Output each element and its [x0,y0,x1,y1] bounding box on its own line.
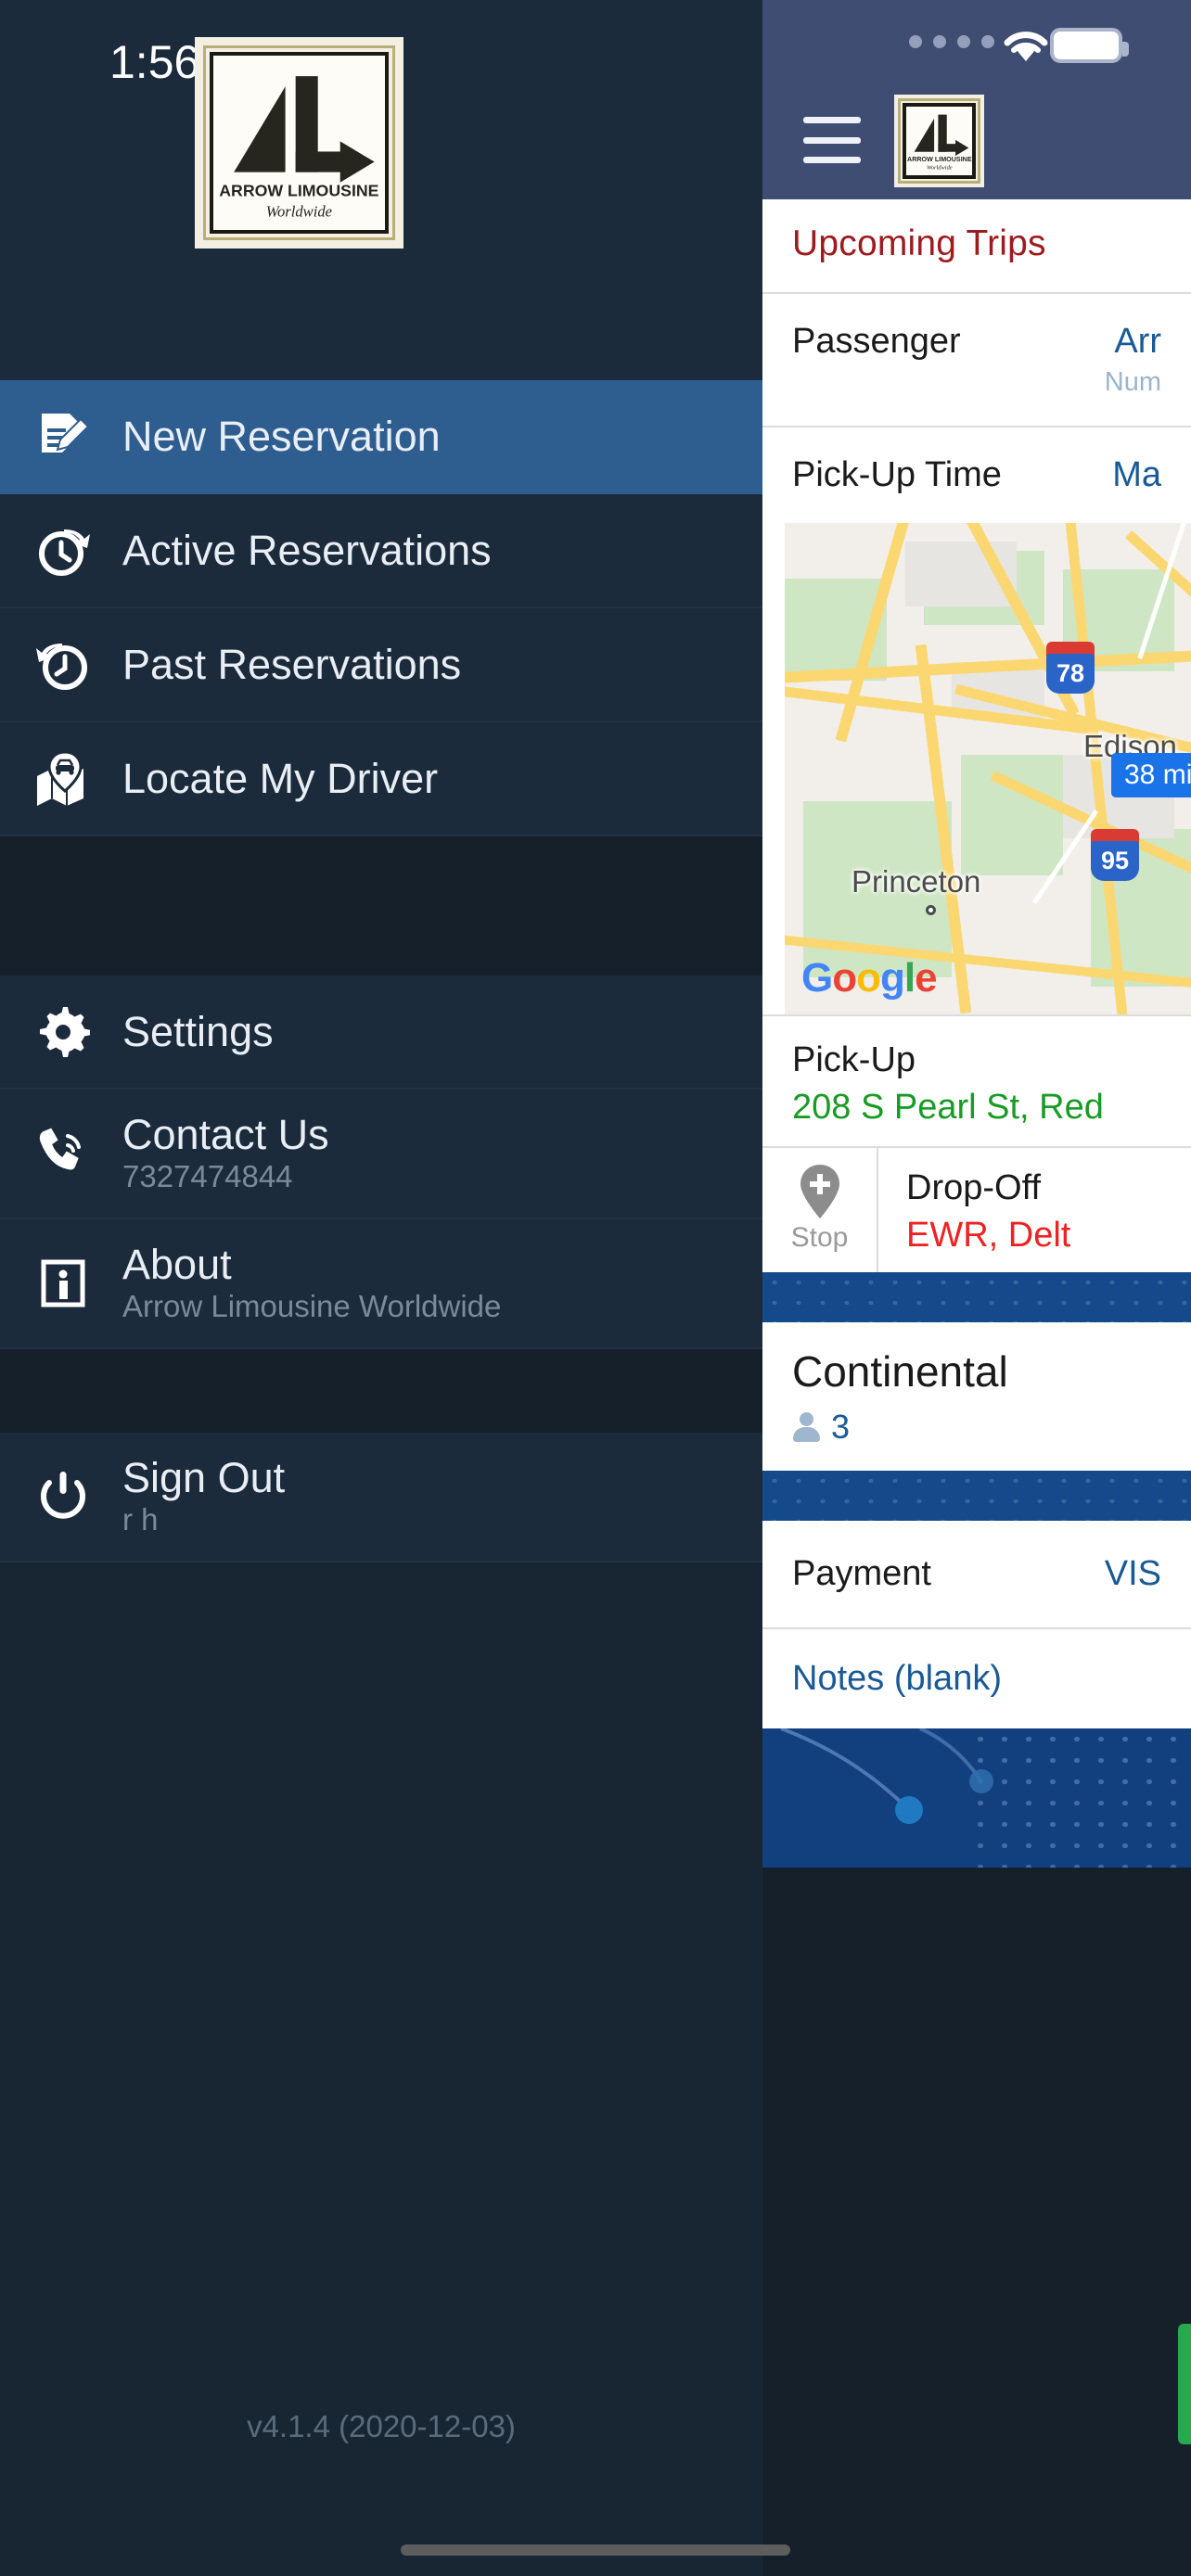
vehicle-name: Continental [792,1347,1008,1396]
vehicle-block[interactable]: Continental 3 [762,1322,1191,1471]
eta-badge: 38 min [1111,753,1191,797]
pickup-time-value: Ma [1112,455,1161,494]
passenger-count-group: 3 [792,1408,1161,1447]
hamburger-menu-icon[interactable] [803,117,861,163]
cellular-dots-icon [909,35,994,48]
sidebar-item-settings[interactable]: Settings [0,976,762,1090]
sidebar-item-sublabel: Arrow Limousine Worldwide [122,1288,502,1323]
dropoff-block[interactable]: Drop-Off EWR, Delt [878,1148,1191,1272]
sidebar-item-locate-my-driver[interactable]: Locate My Driver [0,722,762,836]
passenger-count: 3 [831,1408,851,1446]
payment-row[interactable]: Payment VIS [762,1521,1191,1627]
sidebar-item-about[interactable]: About Arrow Limousine Worldwide [0,1219,762,1349]
trip-details-panel: ARROW LIMOUSINE Worldwide Upcoming Trips… [762,0,1191,2576]
app-screen: ARROW LIMOUSINE Worldwide Upcoming Trips… [0,0,1191,2576]
dropoff-label: Drop-Off [906,1168,1042,1207]
sidebar-item-label: Sign Out [122,1454,286,1502]
trip-sheet: Upcoming Trips Passenger Arr Num Pick-Up… [762,199,1191,1728]
status-bar-time: 1:56 [109,36,200,88]
payment-label: Payment [792,1554,931,1593]
app-version: v4.1.4 (2020-12-03) [247,2409,516,2443]
sidebar-item-label: New Reservation [122,412,441,460]
sidebar-item-sublabel: r h [122,1501,159,1537]
clock-back-icon [28,638,98,692]
action-button-edge[interactable] [1178,2324,1191,2444]
pickup-label: Pick-Up [792,1040,916,1079]
drawer-logo: ARROW LIMOUSINE Worldwide [195,37,403,249]
sidebar-item-label: Contact Us [122,1111,329,1159]
battery-full-icon [1050,28,1129,63]
svg-text:ARROW LIMOUSINE: ARROW LIMOUSINE [907,155,972,162]
sidebar-item-sublabel: 7327474844 [122,1158,293,1193]
notes-row[interactable]: Notes (blank) [762,1627,1191,1728]
section-title: Upcoming Trips [792,223,1046,263]
menu-group-divider [0,1349,762,1433]
pickup-time-row[interactable]: Pick-Up Time Ma [762,426,1191,523]
sidebar-item-sign-out[interactable]: Sign Out r h [0,1433,762,1562]
wifi-icon [1004,32,1048,61]
side-drawer: 1:56 ARROW LIMOUSINE Worldwide New Reser… [0,0,762,2576]
sidebar-item-label: About [122,1241,232,1289]
highway-shield-78: 78 [1046,642,1095,694]
pickup-address: 208 S Pearl St, Red [792,1088,1104,1127]
google-map[interactable]: 78 95 Edison Princeton 38 min Google [785,523,1191,1014]
google-attribution: Google [801,955,938,1001]
passenger-label: Passenger [792,322,961,361]
sidebar-item-label: Settings [122,1007,274,1055]
sidebar-item-active-reservations[interactable]: Active Reservations [0,494,762,608]
add-stop-button[interactable]: Stop [762,1148,878,1272]
sidebar-item-label: Past Reservations [122,640,462,688]
app-navbar: ARROW LIMOUSINE Worldwide [762,83,1191,199]
highway-shield-95: 95 [1091,829,1139,881]
home-indicator [401,2544,790,2556]
info-icon [28,1256,98,1310]
passenger-value: Arr [1114,322,1161,361]
power-icon [28,1470,98,1524]
pickup-block[interactable]: Pick-Up 208 S Pearl St, Red [762,1014,1191,1146]
person-icon [792,1412,820,1442]
highway-number: 78 [1046,654,1095,694]
drawer-header: 1:56 ARROW LIMOUSINE Worldwide [0,0,762,380]
divider-band [762,1471,1191,1521]
svg-text:ARROW LIMOUSINE: ARROW LIMOUSINE [219,182,378,200]
footer-decoration [762,1728,1191,1868]
sidebar-item-label: Active Reservations [122,526,492,574]
document-edit-icon [28,410,98,464]
dropoff-address: EWR, Delt [906,1216,1071,1255]
phone-icon [28,1127,98,1180]
sidebar-item-label: Locate My Driver [122,754,439,802]
payment-value: VIS [1104,1554,1161,1593]
svg-text:Worldwide: Worldwide [927,164,953,171]
svg-text:Worldwide: Worldwide [266,203,332,221]
pickup-time-label: Pick-Up Time [792,455,1002,494]
navbar-logo: ARROW LIMOUSINE Worldwide [894,95,984,187]
map-pin-plus-icon [799,1163,841,1220]
sidebar-item-contact-us[interactable]: Contact Us 7327474844 [0,1090,762,1219]
stop-dropoff-row: Stop Drop-Off EWR, Delt [762,1146,1191,1272]
gear-icon [28,1005,98,1059]
stop-button-label: Stop [790,1222,849,1253]
sidebar-item-new-reservation[interactable]: New Reservation [0,380,762,494]
passenger-row[interactable]: Passenger Arr Num [762,292,1191,426]
map-container[interactable]: 78 95 Edison Princeton 38 min Google [762,523,1191,1014]
passenger-sub: Num [1104,367,1161,397]
menu-group-divider [0,836,762,976]
map-city-label: Princeton [852,864,981,899]
divider-band [762,1272,1191,1322]
city-marker-dot [926,905,936,915]
highway-number: 95 [1091,841,1139,881]
clock-forward-icon [28,524,98,578]
status-bar [762,0,1191,83]
map-car-pin-icon [28,751,98,806]
sidebar-item-past-reservations[interactable]: Past Reservations [0,608,762,722]
